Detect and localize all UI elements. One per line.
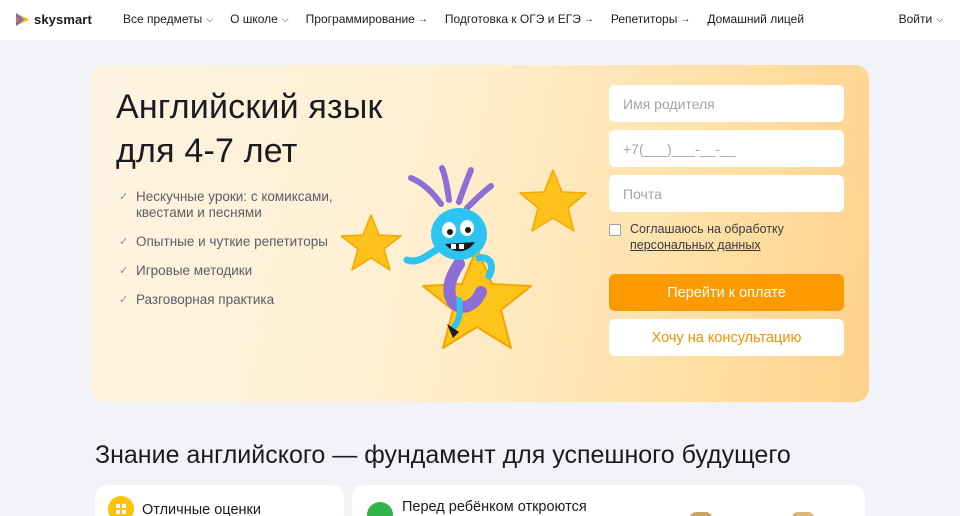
nav-item-label: Программирование [305, 12, 415, 26]
phone-input[interactable] [609, 130, 844, 167]
login-button[interactable]: Войти ⌵ [899, 12, 943, 26]
nav-item-label: Репетиторы [610, 12, 678, 26]
main-nav: Все предметы ⌵ О школе ⌵ Программирование → По… [123, 12, 821, 26]
benefit-card: Отличные оценки [95, 485, 344, 516]
mascot-on-stars-illustration [341, 165, 587, 349]
email-input[interactable] [609, 175, 844, 212]
grades-icon [108, 496, 134, 516]
illustration-fragment [792, 512, 814, 516]
hero-banner: Английский язык для 4-7 лет ✓ Нескучные … [91, 65, 869, 402]
parent-name-input[interactable] [609, 85, 844, 122]
checkmark-icon: ✓ [119, 294, 129, 306]
nav-item-label: Все предметы [123, 12, 203, 26]
feature-list: ✓ Нескучные уроки: с комиксами, квестами… [119, 189, 359, 321]
star-icon [519, 169, 587, 232]
opportunities-icon [367, 502, 393, 516]
arrow-right-icon: → [680, 13, 691, 25]
nav-item[interactable]: О школе ⌵ [230, 12, 289, 26]
benefit-card: Перед ребёнком откроются [352, 485, 865, 516]
consultation-button[interactable]: Хочу на консультацию [609, 319, 844, 356]
feature-item: ✓ Разговорная практика [119, 292, 359, 308]
feature-item: ✓ Игровые методики [119, 263, 359, 279]
feature-text: Разговорная практика [136, 292, 275, 307]
benefit-card-text: Перед ребёнком откроются [402, 499, 587, 515]
arrow-right-icon: → [417, 13, 428, 25]
consent-checkbox[interactable] [609, 224, 621, 236]
consent-row: Соглашаюсь на обработку персональных дан… [609, 221, 844, 253]
chevron-down-icon: ⌵ [281, 13, 289, 24]
login-label: Войти [898, 12, 933, 26]
nav-item[interactable]: Домашний лицей [707, 12, 804, 26]
nav-item-label: Домашний лицей [707, 12, 805, 26]
feature-item: ✓ Опытные и чуткие репетиторы [119, 234, 359, 250]
feature-text: Игровые методики [136, 263, 253, 278]
top-navigation-bar: skysmart Все предметы ⌵ О школе ⌵ Программир… [0, 0, 960, 40]
illustration-fragment [690, 512, 712, 516]
logo-text: skysmart [34, 12, 92, 27]
chevron-down-icon: ⌵ [936, 13, 943, 24]
consent-label: Соглашаюсь на обработку персональных дан… [630, 221, 784, 253]
feature-text: Нескучные уроки: с комиксами, квестами и… [136, 189, 333, 220]
checkmark-icon: ✓ [119, 236, 129, 248]
nav-item-label: Подготовка к ОГЭ и ЕГЭ [444, 12, 581, 26]
skysmart-logo[interactable]: skysmart [15, 12, 92, 27]
consent-text: Соглашаюсь на обработку [630, 222, 784, 236]
small-star-icon [341, 214, 402, 271]
personal-data-link[interactable]: персональных данных [630, 237, 784, 253]
arrow-right-icon: → [583, 13, 594, 25]
benefit-card-text: Отличные оценки [142, 502, 261, 516]
hero-title-line-1: Английский язык [116, 88, 383, 126]
checkmark-icon: ✓ [119, 191, 129, 203]
skysmart-logo-icon [16, 13, 29, 26]
nav-item[interactable]: Программирование → [306, 12, 428, 26]
signup-form: Соглашаюсь на обработку персональных дан… [609, 85, 844, 356]
go-to-payment-button[interactable]: Перейти к оплате [609, 274, 844, 311]
grid-icon [116, 504, 126, 514]
feature-item: ✓ Нескучные уроки: с комиксами, квестами… [119, 189, 359, 221]
chevron-down-icon: ⌵ [206, 13, 214, 24]
nav-item[interactable]: Все предметы ⌵ [123, 12, 213, 26]
nav-item[interactable]: Репетиторы → [611, 12, 690, 26]
checkmark-icon: ✓ [119, 265, 129, 277]
section-title: Знание английского — фундамент для успеш… [95, 441, 791, 469]
nav-item-label: О школе [230, 12, 278, 26]
nav-item[interactable]: Подготовка к ОГЭ и ЕГЭ → [445, 12, 594, 26]
feature-text: Опытные и чуткие репетиторы [136, 234, 328, 249]
